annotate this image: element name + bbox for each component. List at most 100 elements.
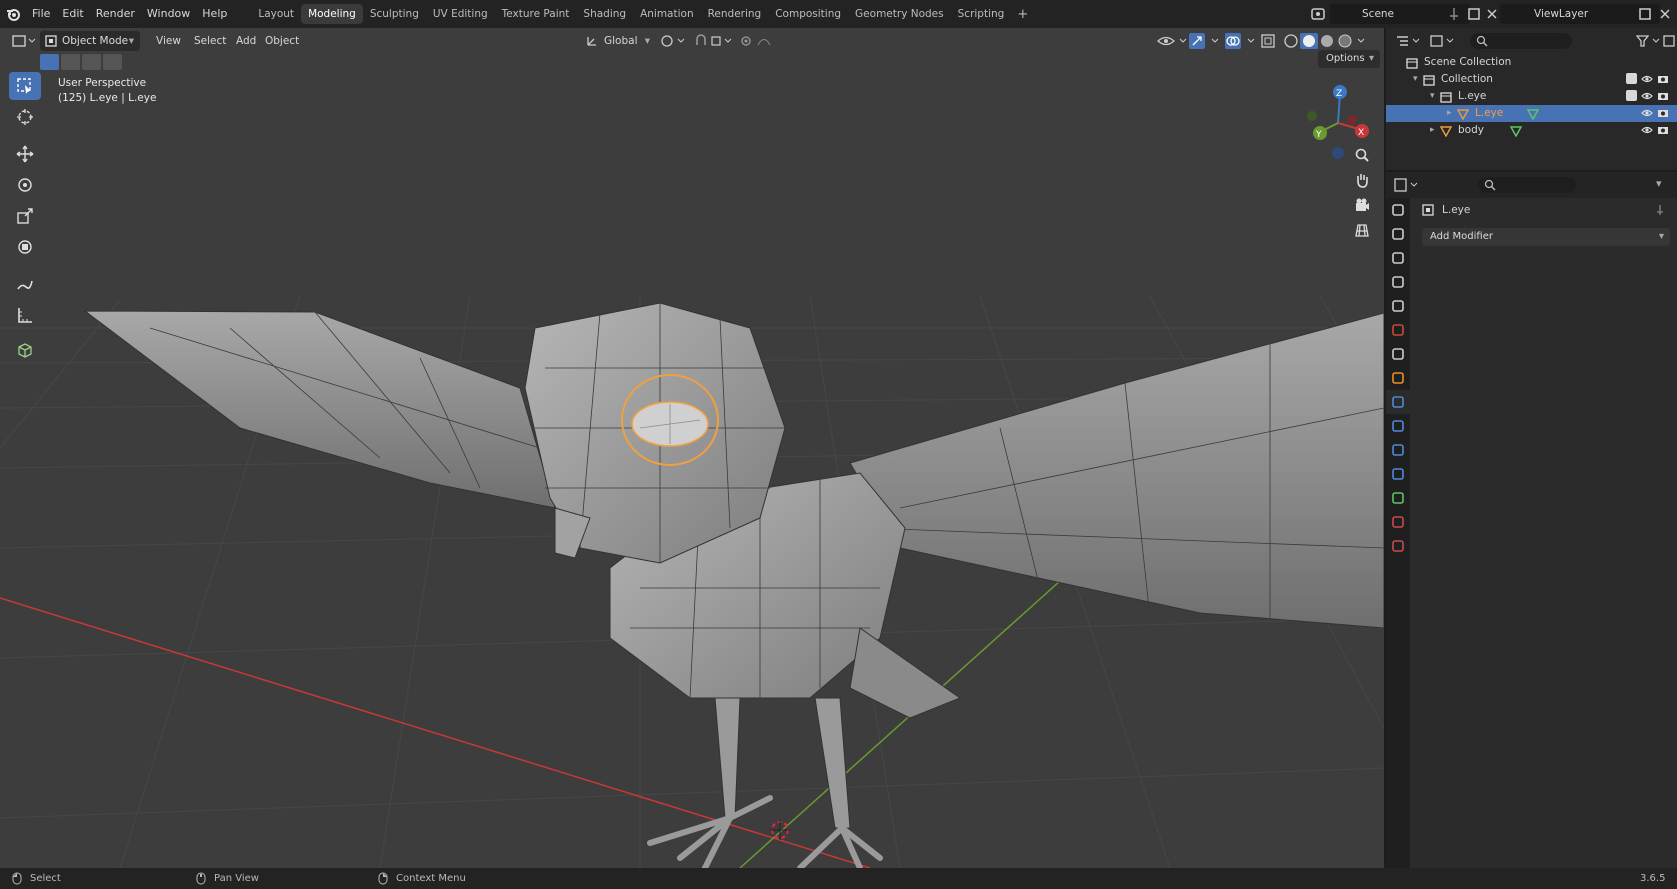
move-tool[interactable] (9, 140, 41, 168)
add-menu[interactable]: Add (236, 31, 256, 51)
snap-icon[interactable] (694, 34, 734, 48)
tab-sculpting[interactable]: Sculpting (363, 4, 426, 24)
physics-tab[interactable] (1386, 438, 1410, 462)
select-menu[interactable]: Select (194, 31, 226, 51)
scale-tool[interactable] (9, 202, 41, 230)
eye-icon[interactable] (1641, 124, 1653, 136)
camera-view-button[interactable] (1350, 194, 1374, 216)
view-menu[interactable]: View (156, 31, 181, 51)
camera-render-icon[interactable] (1657, 107, 1669, 119)
chevron-down-icon[interactable]: ▾ (1656, 177, 1662, 190)
properties-search-input[interactable] (1478, 177, 1576, 193)
scene-tab[interactable] (1386, 294, 1410, 318)
data-tab[interactable] (1386, 486, 1410, 510)
outliner-row[interactable]: ▾ L.eye (1386, 88, 1677, 105)
new-view-layer-icon[interactable] (1637, 6, 1653, 22)
modifier-tab[interactable] (1386, 390, 1410, 414)
tab-rendering[interactable]: Rendering (701, 4, 769, 24)
select-new-icon[interactable] (40, 54, 59, 70)
menu-file[interactable]: File (26, 0, 56, 28)
tab-geometry-nodes[interactable]: Geometry Nodes (848, 4, 951, 24)
expand-arrow-icon[interactable]: ▸ (1430, 122, 1435, 139)
select-extend-icon[interactable] (61, 54, 80, 70)
add-cube-tool[interactable] (9, 336, 41, 364)
tab-texture-paint[interactable]: Texture Paint (495, 4, 577, 24)
tab-layout[interactable]: Layout (251, 4, 301, 24)
exclude-checkbox[interactable] (1626, 73, 1637, 84)
outliner-row[interactable]: ▾ Collection (1386, 71, 1677, 88)
outliner-search-input[interactable] (1470, 33, 1572, 49)
mode-selector[interactable]: Object Mode ▾ (40, 31, 140, 51)
rotate-tool[interactable] (9, 171, 41, 199)
outliner-row[interactable]: ▸ L.eye (1386, 105, 1677, 122)
tab-compositing[interactable]: Compositing (768, 4, 848, 24)
cursor-tool[interactable] (9, 103, 41, 131)
menu-window[interactable]: Window (141, 0, 196, 28)
zoom-button[interactable] (1350, 144, 1374, 166)
tab-uv-editing[interactable]: UV Editing (426, 4, 495, 24)
3d-viewport[interactable]: Z X Y Object Mode ▾ View Select Add Obje… (0, 28, 1384, 868)
texture-tab[interactable] (1386, 534, 1410, 558)
outliner-editor-type-icon[interactable] (1396, 34, 1422, 48)
collection-tab[interactable] (1386, 342, 1410, 366)
tab-animation[interactable]: Animation (633, 4, 701, 24)
transform-tool[interactable] (9, 233, 41, 261)
mesh-data-icon[interactable] (1527, 108, 1539, 120)
tab-shading[interactable]: Shading (576, 4, 633, 24)
exclude-checkbox[interactable] (1626, 90, 1637, 101)
delete-scene-icon[interactable] (1484, 6, 1500, 22)
add-workspace-button[interactable]: + (1011, 7, 1034, 22)
blender-logo-icon[interactable] (0, 0, 26, 28)
tab-modeling[interactable]: Modeling (301, 4, 363, 24)
display-mode-icon[interactable] (1430, 34, 1456, 48)
eye-icon[interactable] (1641, 107, 1653, 119)
mesh-data-icon[interactable] (1510, 125, 1522, 137)
scene-canvas[interactable]: Z X Y (0, 28, 1384, 868)
overlay-toggle-icon[interactable] (1224, 32, 1258, 50)
view-layer-tab[interactable] (1386, 270, 1410, 294)
xray-toggle-icon[interactable] (1260, 33, 1276, 49)
annotate-tool[interactable] (9, 270, 41, 298)
visibility-filter-icon[interactable] (1156, 33, 1190, 49)
remove-view-layer-icon[interactable] (1657, 6, 1673, 22)
material-tab[interactable] (1386, 510, 1410, 534)
filter-icon[interactable] (1636, 34, 1662, 48)
shading-mode-icon[interactable] (1282, 32, 1372, 50)
select-intersect-icon[interactable] (103, 54, 122, 70)
menu-help[interactable]: Help (196, 0, 233, 28)
object-tab[interactable] (1386, 366, 1410, 390)
world-tab[interactable] (1386, 318, 1410, 342)
camera-render-icon[interactable] (1657, 73, 1669, 85)
outliner-row[interactable]: Scene Collection (1386, 54, 1677, 71)
expand-arrow-icon[interactable]: ▸ (1447, 105, 1452, 122)
measure-tool[interactable] (9, 301, 41, 329)
camera-render-icon[interactable] (1657, 124, 1669, 136)
scene-icon[interactable] (1310, 6, 1326, 22)
view-layer-selector[interactable]: ViewLayer (1500, 4, 1660, 24)
select-subtract-icon[interactable] (82, 54, 101, 70)
gizmo-toggle-icon[interactable] (1188, 32, 1222, 50)
eye-icon[interactable] (1641, 90, 1653, 102)
add-modifier-dropdown[interactable]: Add Modifier ▾ (1422, 228, 1670, 246)
pin-icon[interactable] (1446, 6, 1462, 22)
pin-icon[interactable] (1654, 204, 1666, 216)
transform-orientation-selector[interactable]: Global ▾ (584, 31, 652, 51)
select-box-tool[interactable] (9, 72, 41, 100)
object-menu[interactable]: Object (265, 31, 299, 51)
expand-arrow-icon[interactable]: ▾ (1413, 71, 1418, 88)
camera-render-icon[interactable] (1657, 90, 1669, 102)
menu-edit[interactable]: Edit (56, 0, 89, 28)
eye-icon[interactable] (1641, 73, 1653, 85)
render-tab[interactable] (1386, 222, 1410, 246)
perspective-toggle-button[interactable] (1350, 219, 1374, 241)
tab-scripting[interactable]: Scripting (951, 4, 1012, 24)
output-tab[interactable] (1386, 246, 1410, 270)
particles-tab[interactable] (1386, 414, 1410, 438)
options-dropdown[interactable]: Options ▾ (1318, 50, 1380, 68)
editor-type-icon[interactable] (12, 34, 36, 48)
proportional-editing-icon[interactable] (740, 34, 780, 48)
properties-editor-type-icon[interactable] (1394, 178, 1420, 192)
pivot-point-icon[interactable] (660, 34, 688, 48)
pan-button[interactable] (1350, 169, 1374, 191)
new-collection-icon[interactable] (1662, 34, 1676, 48)
